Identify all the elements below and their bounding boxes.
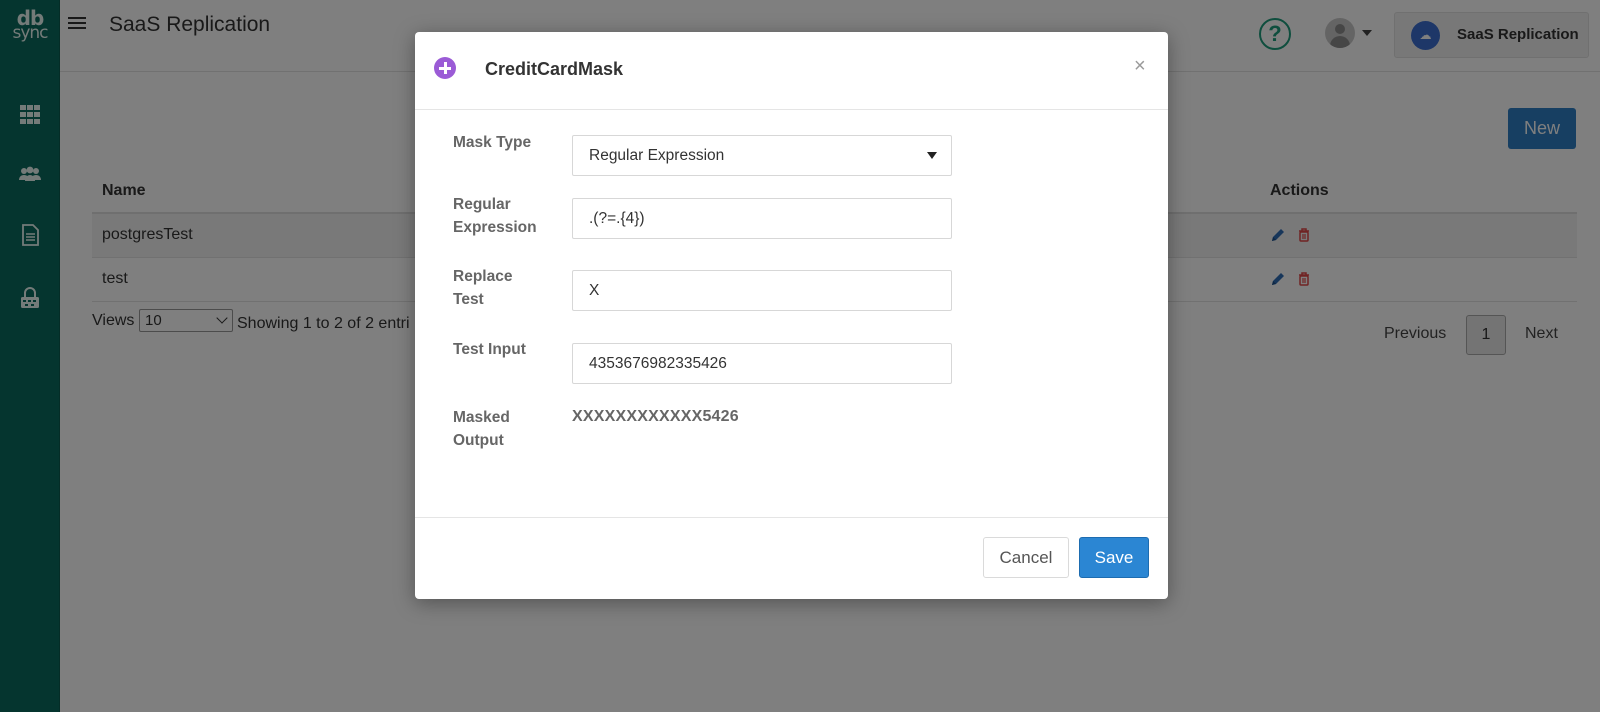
dialog-title: CreditCardMask bbox=[485, 59, 624, 79]
masked-output-label: Masked Output bbox=[453, 406, 510, 452]
masked-label-line1: Masked bbox=[453, 409, 510, 426]
test-input-label: Test Input bbox=[453, 341, 526, 358]
mask-type-label: Mask Type bbox=[453, 134, 532, 151]
save-button[interactable]: Save bbox=[1079, 537, 1149, 578]
dialog-header: CreditCardMask × bbox=[415, 32, 1168, 110]
plus-circle-icon bbox=[434, 57, 456, 79]
regex-label: Regular Expression bbox=[453, 193, 537, 239]
cancel-button[interactable]: Cancel bbox=[983, 537, 1069, 578]
regex-label-line1: Regular bbox=[453, 196, 511, 213]
caret-down-icon bbox=[927, 152, 937, 159]
close-icon[interactable]: × bbox=[1134, 56, 1146, 76]
regex-input[interactable] bbox=[572, 198, 952, 239]
replace-label-line2: Test bbox=[453, 291, 484, 308]
mask-type-select[interactable]: Regular Expression bbox=[572, 135, 952, 176]
test-input-field[interactable] bbox=[572, 343, 952, 384]
replace-input[interactable] bbox=[572, 270, 952, 311]
replace-label: Replace Test bbox=[453, 265, 512, 311]
masked-label-line2: Output bbox=[453, 432, 504, 449]
masked-output-value: XXXXXXXXXXXX5426 bbox=[572, 408, 739, 425]
regex-label-line2: Expression bbox=[453, 219, 537, 236]
dialog-footer: Cancel Save bbox=[415, 517, 1168, 599]
credit-card-mask-dialog: CreditCardMask × Mask Type Regular Expre… bbox=[415, 32, 1168, 599]
mask-type-value: Regular Expression bbox=[589, 147, 725, 164]
replace-label-line1: Replace bbox=[453, 268, 513, 285]
